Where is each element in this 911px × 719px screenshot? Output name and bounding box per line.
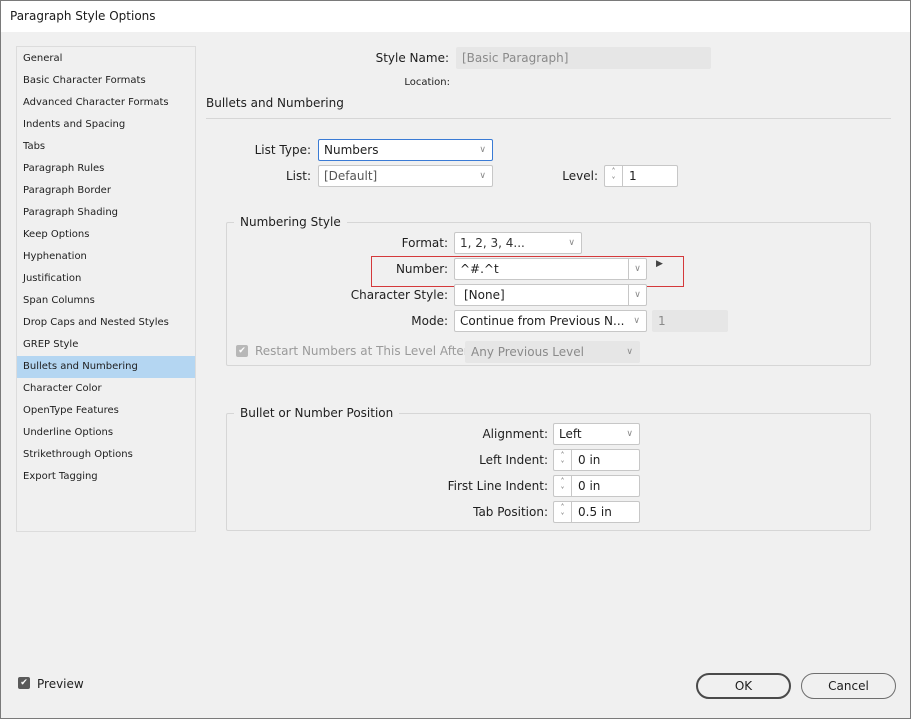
tab-position-value: 0.5 in: [578, 505, 612, 519]
number-label: Number:: [395, 262, 448, 276]
restart-value: Any Previous Level: [471, 345, 584, 359]
sidebar-item-justification[interactable]: Justification: [17, 268, 195, 290]
left-indent-stepper[interactable]: ˄ ˅ 0 in: [553, 449, 640, 471]
chevron-down-icon: ∨: [479, 171, 486, 181]
first-line-indent-stepper[interactable]: ˄ ˅ 0 in: [553, 475, 640, 497]
first-line-indent-value: 0 in: [578, 479, 601, 493]
tab-position-stepper[interactable]: ˄ ˅ 0.5 in: [553, 501, 640, 523]
restart-label: Restart Numbers at This Level After:: [255, 344, 473, 358]
sidebar-item-paragraph-rules[interactable]: Paragraph Rules: [17, 158, 195, 180]
sidebar-item-span-columns[interactable]: Span Columns: [17, 290, 195, 312]
sidebar-item-character-color[interactable]: Character Color: [17, 378, 195, 400]
sidebar-item-grep-style[interactable]: GREP Style: [17, 334, 195, 356]
sidebar-item-hyphenation[interactable]: Hyphenation: [17, 246, 195, 268]
sidebar-item-bullets-and-numbering[interactable]: Bullets and Numbering: [17, 356, 195, 378]
sidebar-item-tabs[interactable]: Tabs: [17, 136, 195, 158]
divider: [206, 118, 891, 119]
preview-checkbox[interactable]: ✔: [18, 677, 30, 689]
sidebar-item-general[interactable]: General: [17, 48, 195, 70]
number-input[interactable]: ^#.^t ∨: [454, 258, 647, 280]
chevron-down-icon: ∨: [626, 347, 633, 357]
restart-checkbox[interactable]: ✔: [236, 345, 248, 357]
sidebar-item-keep-options[interactable]: Keep Options: [17, 224, 195, 246]
character-style-value: [None]: [464, 288, 505, 302]
restart-dropdown[interactable]: Any Previous Level ∨: [465, 341, 640, 363]
level-stepper[interactable]: ˄ ˅ 1: [604, 165, 678, 187]
level-value: 1: [629, 169, 637, 183]
chevron-down-icon: ∨: [633, 316, 640, 326]
preview-label: Preview: [37, 677, 84, 691]
mode-label: Mode:: [411, 314, 448, 328]
section-title: Bullets and Numbering: [206, 96, 344, 110]
sidebar-item-strikethrough-options[interactable]: Strikethrough Options: [17, 444, 195, 466]
format-dropdown[interactable]: 1, 2, 3, 4... ∨: [454, 232, 582, 254]
alignment-dropdown[interactable]: Left ∨: [553, 423, 640, 445]
position-title: Bullet or Number Position: [234, 406, 400, 420]
cancel-button[interactable]: Cancel: [801, 673, 896, 699]
position-group: [226, 413, 871, 531]
sidebar-item-paragraph-shading[interactable]: Paragraph Shading: [17, 202, 195, 224]
sidebar-item-opentype-features[interactable]: OpenType Features: [17, 400, 195, 422]
sidebar-item-indents-and-spacing[interactable]: Indents and Spacing: [17, 114, 195, 136]
sidebar-item-drop-caps-and-nested-styles[interactable]: Drop Caps and Nested Styles: [17, 312, 195, 334]
level-label: Level:: [562, 169, 598, 183]
list-value: [Default]: [324, 169, 378, 183]
chevron-down-icon: ∨: [626, 429, 633, 439]
list-dropdown[interactable]: [Default] ∨: [318, 165, 493, 187]
location-label: Location:: [404, 77, 450, 88]
chevron-down-icon: ∨: [568, 238, 575, 248]
sidebar-item-underline-options[interactable]: Underline Options: [17, 422, 195, 444]
chevron-down-icon[interactable]: ∨: [628, 259, 646, 279]
spin-arrows-icon[interactable]: ˄ ˅: [554, 476, 572, 496]
format-label: Format:: [401, 236, 448, 250]
character-style-dropdown[interactable]: [None] ∨: [454, 284, 647, 306]
first-line-indent-label: First Line Indent:: [447, 479, 548, 493]
spin-arrows-icon[interactable]: ˄ ˅: [554, 502, 572, 522]
left-indent-label: Left Indent:: [479, 453, 548, 467]
tab-position-label: Tab Position:: [473, 505, 548, 519]
list-type-dropdown[interactable]: Numbers ∨: [318, 139, 493, 161]
chevron-down-icon: ∨: [479, 145, 486, 155]
list-type-value: Numbers: [324, 143, 379, 157]
style-name-label: Style Name:: [375, 51, 449, 65]
mode-value: Continue from Previous N...: [460, 314, 625, 328]
category-list[interactable]: General Basic Character Formats Advanced C…: [16, 46, 196, 532]
chevron-down-icon[interactable]: ∨: [628, 285, 646, 305]
sidebar-item-paragraph-border[interactable]: Paragraph Border: [17, 180, 195, 202]
window-title: Paragraph Style Options: [10, 9, 156, 23]
list-label: List:: [285, 169, 311, 183]
mode-dropdown[interactable]: Continue from Previous N... ∨: [454, 310, 647, 332]
spin-arrows-icon[interactable]: ˄ ˅: [605, 166, 623, 186]
sidebar-item-advanced-character-formats[interactable]: Advanced Character Formats: [17, 92, 195, 114]
alignment-value: Left: [559, 427, 582, 441]
spin-arrows-icon[interactable]: ˄ ˅: [554, 450, 572, 470]
mode-start-input[interactable]: 1: [652, 310, 728, 332]
format-value: 1, 2, 3, 4...: [460, 236, 525, 250]
style-name-input[interactable]: [Basic Paragraph]: [456, 47, 711, 69]
title-bar: Paragraph Style Options: [1, 1, 910, 32]
flyout-menu-icon[interactable]: ▶: [656, 259, 663, 269]
sidebar-item-export-tagging[interactable]: Export Tagging: [17, 466, 195, 488]
numbering-style-title: Numbering Style: [234, 215, 347, 229]
number-value: ^#.^t: [460, 262, 499, 276]
character-style-label: Character Style:: [350, 288, 448, 302]
list-type-label: List Type:: [254, 143, 311, 157]
ok-button[interactable]: OK: [696, 673, 791, 699]
left-indent-value: 0 in: [578, 453, 601, 467]
alignment-label: Alignment:: [482, 427, 548, 441]
sidebar-item-basic-character-formats[interactable]: Basic Character Formats: [17, 70, 195, 92]
